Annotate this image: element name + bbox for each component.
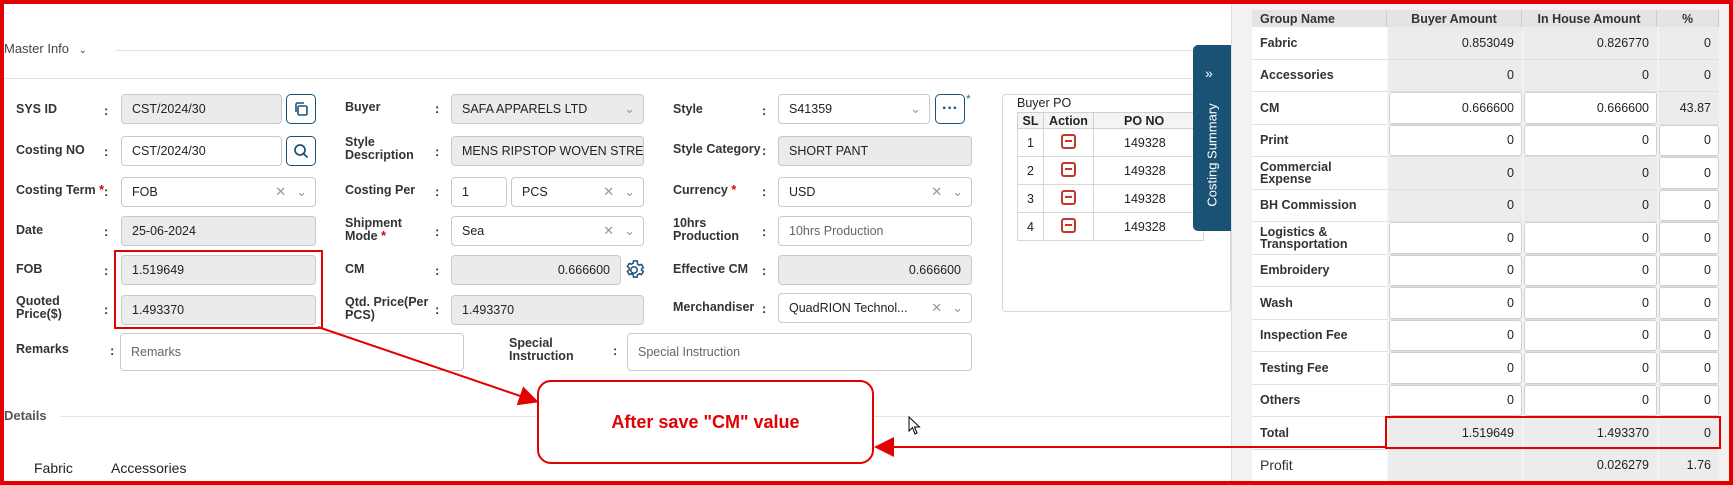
arrow-to-callout (317, 326, 539, 406)
cursor-icon (908, 416, 921, 435)
annotation-callout: After save "CM" value (537, 380, 874, 464)
